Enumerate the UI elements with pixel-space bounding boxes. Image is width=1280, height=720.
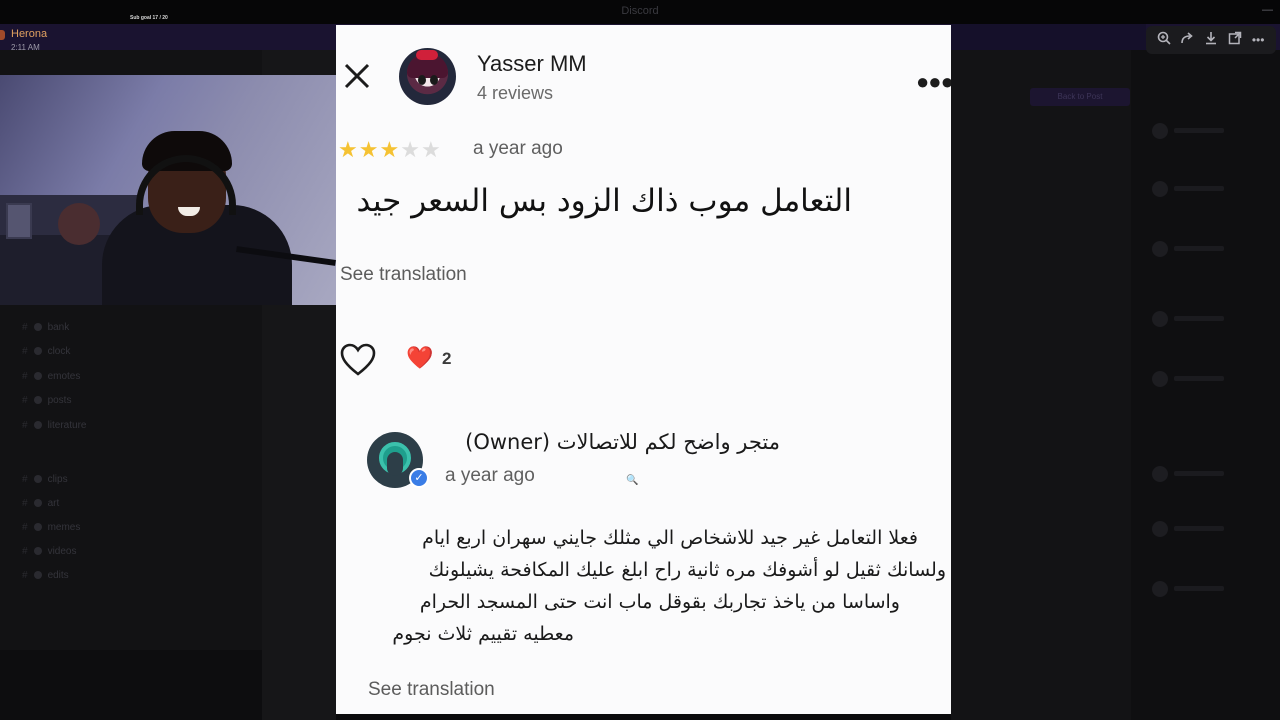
verified-icon: ✓	[409, 468, 429, 488]
hash-icon: #	[22, 498, 28, 509]
channel-item[interactable]: # clock	[22, 346, 70, 362]
server-indicator-icon	[0, 30, 5, 40]
avatar	[1152, 580, 1168, 597]
hash-icon: #	[22, 371, 28, 382]
zoom-cursor-icon: 🔍	[626, 475, 639, 486]
avatar	[1152, 465, 1168, 482]
review-card: Yasser MM 4 reviews ●●● ★★★★★ a year ago…	[336, 25, 951, 714]
star-filled-icon: ★	[338, 137, 359, 162]
channel-emoji-icon	[33, 421, 42, 430]
hash-icon: #	[22, 395, 28, 406]
avatar	[1152, 240, 1168, 257]
stream-screen: Discord — Sub goal 17 / 20 Herona 2:11 A…	[0, 0, 1280, 720]
member-item[interactable]	[1152, 520, 1262, 537]
see-translation-link[interactable]: See translation	[340, 264, 467, 286]
shelf-ball	[58, 203, 100, 245]
chat-area-right	[951, 50, 1131, 720]
avatar	[1152, 180, 1168, 197]
member-list	[1131, 50, 1280, 720]
user-panel	[0, 650, 262, 720]
owner-name: متجر واضح لكم للاتصالات (Owner)	[465, 430, 780, 454]
owner-reply-time: a year ago	[445, 465, 535, 486]
heart-outline-icon[interactable]	[340, 343, 376, 377]
window-titlebar: Discord —	[0, 0, 1280, 24]
hash-icon: #	[22, 570, 28, 581]
avatar	[1152, 520, 1168, 537]
open-external-icon[interactable]	[1226, 31, 1244, 49]
channel-item[interactable]: # edits	[22, 570, 69, 586]
member-item[interactable]	[1152, 370, 1262, 387]
review-time: a year ago	[473, 138, 563, 159]
channel-item[interactable]: # posts	[22, 395, 71, 411]
avatar	[1152, 122, 1168, 139]
close-icon[interactable]	[342, 61, 372, 91]
member-item[interactable]	[1152, 310, 1262, 327]
hash-icon: #	[22, 420, 28, 431]
member-item[interactable]	[1152, 580, 1262, 597]
reply-line: ولسانك ثقيل لو أشوفك مره ثانية راح ابلغ …	[428, 559, 946, 581]
channel-emoji-icon	[33, 396, 42, 405]
channel-item[interactable]: # literature	[22, 420, 86, 436]
hash-icon: #	[22, 522, 28, 533]
minimize-icon[interactable]: —	[1262, 4, 1273, 16]
channel-item[interactable]: # bank	[22, 322, 69, 338]
hash-icon: #	[22, 346, 28, 357]
channel-emoji-icon	[33, 475, 42, 484]
channel-item[interactable]: # videos	[22, 546, 76, 562]
see-translation-link[interactable]: See translation	[368, 679, 495, 701]
zoom-icon[interactable]	[1155, 31, 1173, 49]
channel-emoji-icon	[33, 571, 42, 580]
heart-reaction-icon[interactable]: ❤️	[406, 345, 433, 371]
more-options-icon[interactable]: ●●●	[916, 69, 951, 95]
channel-emoji-icon	[33, 323, 42, 332]
star-rating: ★★★★★	[338, 137, 442, 163]
reviewer-avatar[interactable]	[399, 48, 456, 105]
channel-item[interactable]: # emotes	[22, 371, 80, 387]
member-item[interactable]	[1152, 122, 1262, 139]
server-banner-right	[951, 24, 1146, 50]
channel-emoji-icon	[33, 523, 42, 532]
reviewer-name[interactable]: Yasser MM	[477, 51, 587, 77]
reply-line: معطيه تقييم ثلاث نجوم	[392, 623, 574, 645]
hash-icon: #	[22, 474, 28, 485]
star-filled-icon: ★	[358, 137, 380, 162]
sub-goal-text: Sub goal 17 / 20	[130, 15, 168, 21]
star-empty-icon: ★	[400, 137, 421, 162]
member-item[interactable]	[1152, 465, 1262, 482]
webcam-feed	[0, 75, 345, 305]
reviewer-review-count: 4 reviews	[477, 83, 554, 103]
share-icon[interactable]	[1178, 31, 1196, 49]
channel-item[interactable]: # clips	[22, 474, 68, 490]
star-empty-icon: ★	[420, 137, 442, 162]
shelf-box	[6, 203, 32, 239]
hash-icon: #	[22, 322, 28, 333]
channel-emoji-icon	[33, 547, 42, 556]
owner-reply-text: فعلا التعامل غير جيد للاشخاص الي مثلك جا…	[366, 522, 946, 650]
hash-icon: #	[22, 546, 28, 557]
image-viewer-toolbar: •••	[1146, 26, 1276, 54]
avatar	[1152, 310, 1168, 327]
member-item[interactable]	[1152, 180, 1262, 197]
window-title: Discord	[621, 5, 659, 17]
server-owner-name: Herona	[11, 28, 48, 40]
channel-emoji-icon	[33, 372, 42, 381]
star-filled-icon: ★	[379, 137, 401, 162]
more-icon[interactable]: •••	[1249, 31, 1267, 49]
reply-line: فعلا التعامل غير جيد للاشخاص الي مثلك جا…	[422, 527, 918, 549]
back-to-post-button[interactable]: Back to Post	[1030, 88, 1130, 106]
member-item[interactable]	[1152, 240, 1262, 257]
channel-emoji-icon	[33, 347, 42, 356]
download-icon[interactable]	[1202, 31, 1220, 49]
channel-item[interactable]: # art	[22, 498, 59, 514]
channel-emoji-icon	[33, 499, 42, 508]
review-text: التعامل موب ذاك الزود بس السعر جيد	[356, 183, 852, 219]
reaction-count: 2	[442, 349, 452, 368]
reply-line: واساسا من ياخذ تجاربك بقوقل ماب انت حتى …	[419, 591, 900, 613]
avatar	[1152, 370, 1168, 387]
channel-item[interactable]: # memes	[22, 522, 80, 538]
